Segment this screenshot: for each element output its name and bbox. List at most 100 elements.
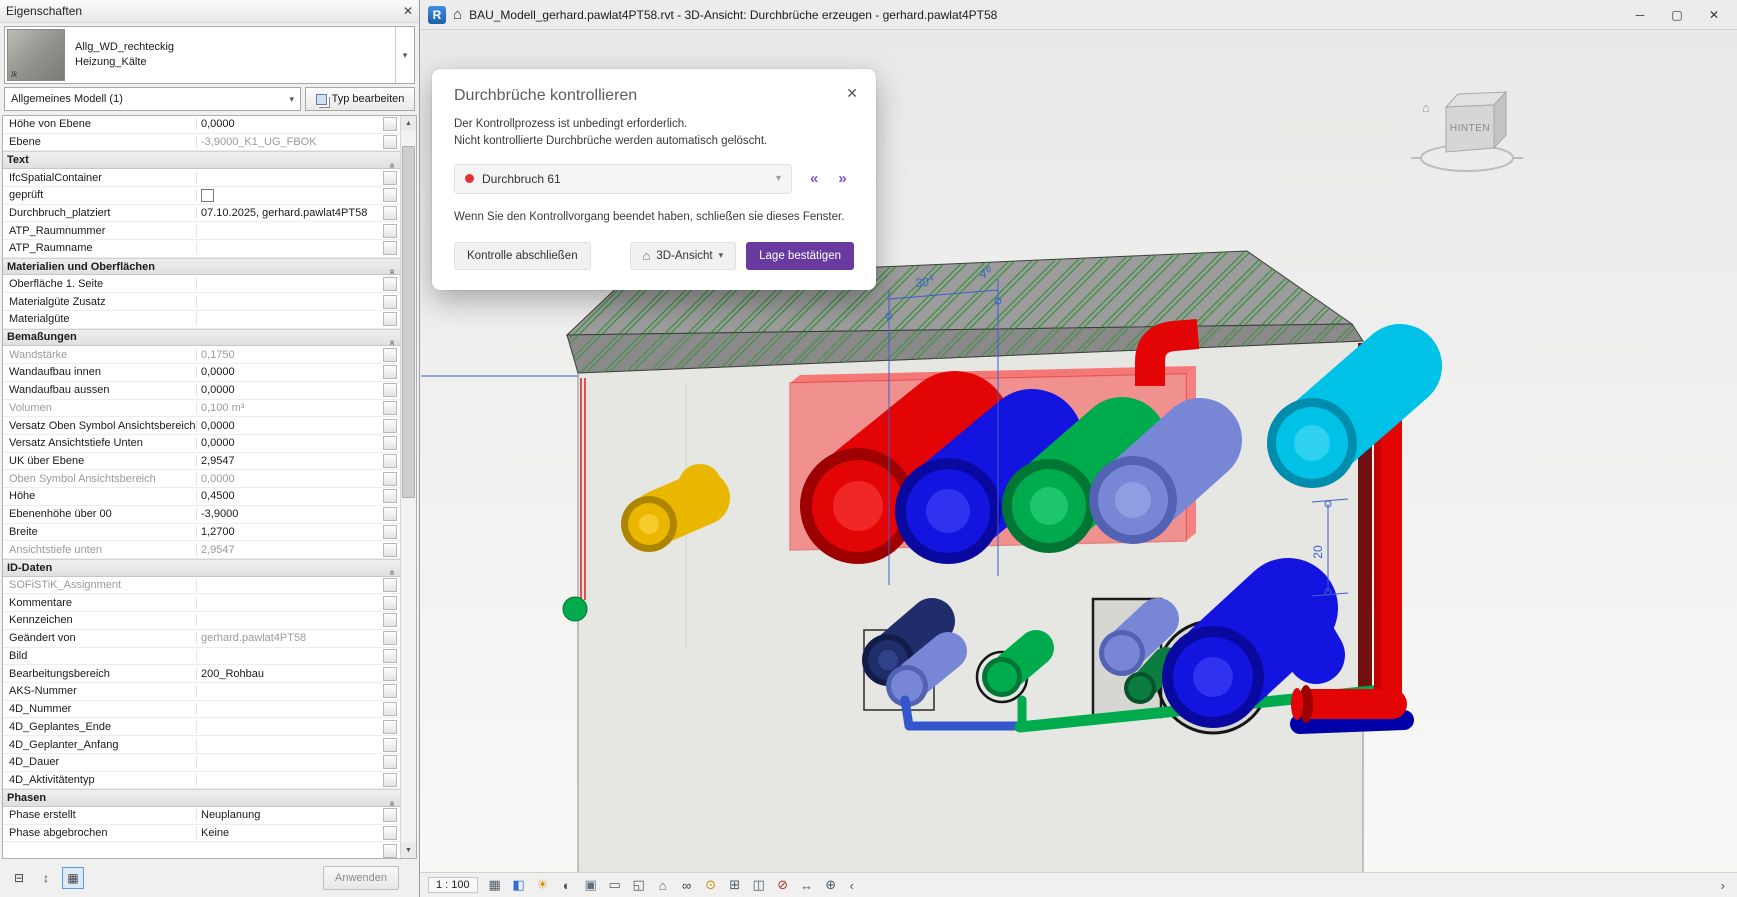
- associate-parameter-button[interactable]: [383, 171, 397, 185]
- scroll-down-icon[interactable]: ▼: [401, 843, 416, 858]
- property-value[interactable]: Keine: [197, 827, 383, 839]
- property-value[interactable]: 2,9547: [197, 544, 383, 556]
- property-value[interactable]: 0,0000: [197, 473, 383, 485]
- scroll-up-icon[interactable]: ▲: [401, 116, 416, 131]
- toolbar-collapse-icon[interactable]: ‹: [844, 878, 860, 893]
- visual-style-icon[interactable]: ◧: [508, 875, 530, 895]
- home-icon[interactable]: ⌂: [453, 6, 462, 23]
- property-section-header[interactable]: Materialien und Oberflächen»: [3, 258, 400, 276]
- associate-parameter-button[interactable]: [383, 525, 397, 539]
- associate-parameter-button[interactable]: [383, 365, 397, 379]
- associate-parameter-button[interactable]: [383, 578, 397, 592]
- property-value[interactable]: 0,0000: [197, 437, 383, 449]
- property-section-header[interactable]: Text»: [3, 151, 400, 169]
- scrollbar-thumb[interactable]: [402, 146, 415, 498]
- associate-parameter-button[interactable]: [383, 401, 397, 415]
- editable-only-filter-icon[interactable]: ⊟: [8, 867, 30, 889]
- property-value[interactable]: 0,0000: [197, 118, 383, 130]
- pipe-darkblue-run[interactable]: [1300, 720, 1404, 724]
- durchbruch-dropdown[interactable]: Durchbruch 61 ▾: [454, 164, 792, 194]
- crop-region-icon[interactable]: ◱: [628, 875, 650, 895]
- lock-3d-view-icon[interactable]: ⌂: [652, 875, 674, 895]
- associate-parameter-button[interactable]: [383, 472, 397, 486]
- section-collapse-icon[interactable]: »: [387, 560, 398, 576]
- associate-parameter-button[interactable]: [383, 383, 397, 397]
- section-collapse-icon[interactable]: »: [387, 259, 398, 275]
- 3d-view-button[interactable]: ⌂ 3D-Ansicht ▾: [630, 242, 737, 270]
- property-value[interactable]: 0,0000: [197, 420, 383, 432]
- scrollbar[interactable]: ▲ ▼: [400, 116, 416, 858]
- worksharing-display-icon[interactable]: ⊞: [724, 875, 746, 895]
- associate-parameter-button[interactable]: [383, 241, 397, 255]
- finish-control-button[interactable]: Kontrolle abschließen: [454, 242, 591, 270]
- associate-parameter-button[interactable]: [383, 667, 397, 681]
- apply-button[interactable]: Anwenden: [323, 866, 399, 890]
- confirm-position-button[interactable]: Lage bestätigen: [746, 242, 854, 270]
- property-value[interactable]: 2,9547: [197, 455, 383, 467]
- associate-parameter-button[interactable]: [383, 543, 397, 557]
- type-selector-dropdown[interactable]: ▾: [395, 27, 414, 83]
- associate-parameter-button[interactable]: [383, 312, 397, 326]
- temporary-view-icon[interactable]: ◫: [748, 875, 770, 895]
- crop-view-icon[interactable]: ▭: [604, 875, 626, 895]
- property-value[interactable]: 0,0000: [197, 366, 383, 378]
- associate-parameter-button[interactable]: [383, 419, 397, 433]
- associate-parameter-button[interactable]: [383, 277, 397, 291]
- property-value[interactable]: 0,100 m³: [197, 402, 383, 414]
- property-value[interactable]: 1,2700: [197, 526, 383, 538]
- property-section-header[interactable]: Phasen»: [3, 789, 400, 807]
- associate-parameter-button[interactable]: [383, 507, 397, 521]
- analytical-model-icon[interactable]: ⊘: [772, 875, 794, 895]
- associate-parameter-button[interactable]: [383, 117, 397, 131]
- associate-parameter-button[interactable]: [383, 826, 397, 840]
- section-collapse-icon[interactable]: »: [387, 790, 398, 806]
- checkbox[interactable]: [201, 189, 214, 202]
- associate-parameter-button[interactable]: [383, 454, 397, 468]
- associate-parameter-button[interactable]: [383, 613, 397, 627]
- reveal-constraints-icon[interactable]: ⊕: [820, 875, 842, 895]
- 3d-viewport[interactable]: 304 46 20 HINTEN ⌂ Durchb: [420, 30, 1737, 872]
- property-value[interactable]: 0,0000: [197, 384, 383, 396]
- previous-button[interactable]: «: [810, 170, 818, 187]
- section-collapse-icon[interactable]: »: [387, 329, 398, 345]
- associate-parameter-button[interactable]: [383, 206, 397, 220]
- detail-level-icon[interactable]: ▦: [484, 875, 506, 895]
- statusbar-expand-icon[interactable]: ›: [1717, 878, 1729, 893]
- sort-order-icon[interactable]: ↕: [35, 867, 57, 889]
- next-button[interactable]: »: [838, 170, 846, 187]
- pipe-stub-green[interactable]: [563, 597, 587, 621]
- shadows-icon[interactable]: ◐: [556, 875, 578, 895]
- associate-parameter-button[interactable]: [383, 489, 397, 503]
- associate-parameter-button[interactable]: [383, 720, 397, 734]
- displacement-sets-icon[interactable]: ↔: [796, 875, 818, 895]
- associate-parameter-button[interactable]: [383, 844, 397, 858]
- property-value[interactable]: Neuplanung: [197, 809, 383, 821]
- associate-parameter-button[interactable]: [383, 135, 397, 149]
- edit-type-button[interactable]: Typ bearbeiten: [305, 87, 415, 111]
- associate-parameter-button[interactable]: [383, 596, 397, 610]
- view-cube[interactable]: HINTEN ⌂: [1411, 92, 1523, 171]
- type-selector[interactable]: Ik Allg_WD_rechteckig Heizung_Kälte ▾: [4, 26, 415, 84]
- property-value[interactable]: 200_Rohbau: [197, 668, 383, 680]
- viewcube-home-icon[interactable]: ⌂: [1422, 100, 1430, 115]
- associate-parameter-button[interactable]: [383, 348, 397, 362]
- filter-dropdown[interactable]: Allgemeines Modell (1) ▾: [4, 87, 301, 111]
- selection-filter-icon[interactable]: ▦: [62, 867, 84, 889]
- title-bar[interactable]: R ⌂ BAU_Modell_gerhard.pawlat4PT58.rvt -…: [420, 0, 1737, 30]
- section-collapse-icon[interactable]: »: [387, 152, 398, 168]
- property-value[interactable]: 0,4500: [197, 490, 383, 502]
- associate-parameter-button[interactable]: [383, 702, 397, 716]
- property-value[interactable]: gerhard.pawlat4PT58: [197, 632, 383, 644]
- scale-control[interactable]: 1 : 100: [428, 877, 478, 893]
- associate-parameter-button[interactable]: [383, 436, 397, 450]
- associate-parameter-button[interactable]: [383, 684, 397, 698]
- associate-parameter-button[interactable]: [383, 224, 397, 238]
- properties-panel-header[interactable]: Eigenschaften ✕: [0, 0, 419, 23]
- close-button[interactable]: ✕: [1699, 8, 1729, 22]
- associate-parameter-button[interactable]: [383, 631, 397, 645]
- associate-parameter-button[interactable]: [383, 773, 397, 787]
- sun-path-icon[interactable]: ☀: [532, 875, 554, 895]
- associate-parameter-button[interactable]: [383, 738, 397, 752]
- property-section-header[interactable]: Bemaßungen»: [3, 329, 400, 347]
- close-icon[interactable]: ✕: [403, 4, 413, 18]
